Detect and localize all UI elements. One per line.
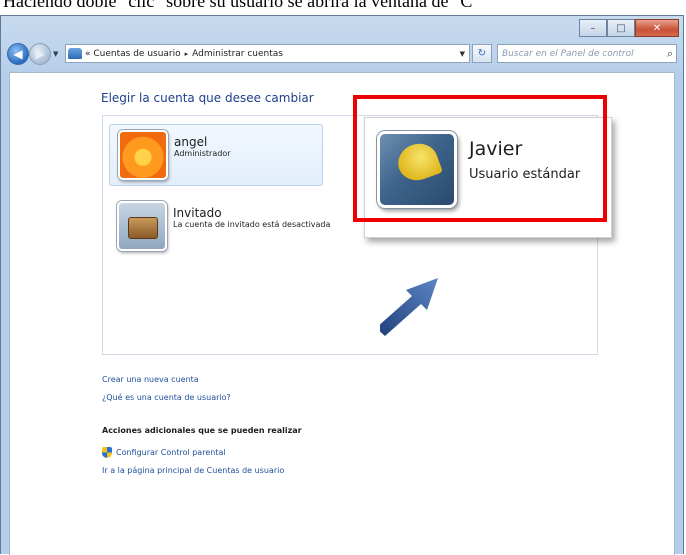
user-accounts-icon bbox=[68, 48, 82, 59]
parental-control-link[interactable]: Configurar Control parental bbox=[102, 447, 226, 458]
breadcrumb-item-cuentas[interactable]: Cuentas de usuario bbox=[93, 49, 180, 59]
additional-actions-heading: Acciones adicionales que se pueden reali… bbox=[102, 426, 302, 435]
caption-text: Haciendo doble "clic" sobre su usuario s… bbox=[3, 0, 473, 11]
close-button[interactable]: ✕ bbox=[635, 19, 679, 37]
account-tile-invitado[interactable]: Invitado La cuenta de invitado está desa… bbox=[109, 196, 330, 251]
search-input[interactable]: Buscar en el Panel de control ⌕ bbox=[497, 44, 677, 63]
parental-control-label[interactable]: Configurar Control parental bbox=[116, 448, 226, 457]
breadcrumb-item-administrar[interactable]: Administrar cuentas bbox=[192, 49, 283, 59]
search-icon[interactable]: ⌕ bbox=[667, 47, 673, 61]
recent-pages-dropdown[interactable]: ▼ bbox=[53, 50, 58, 58]
chevron-right-icon[interactable]: ▸ bbox=[185, 50, 189, 58]
flower-avatar-icon bbox=[118, 130, 168, 180]
minimize-button[interactable]: – bbox=[579, 19, 607, 37]
user-accounts-home-link[interactable]: Ir a la página principal de Cuentas de u… bbox=[102, 466, 284, 475]
refresh-button[interactable]: ↻ bbox=[472, 44, 492, 63]
account-role: La cuenta de invitado está desactivada bbox=[173, 220, 331, 229]
title-buttons: – □ ✕ bbox=[579, 19, 679, 37]
pointer-arrow-icon bbox=[380, 278, 438, 336]
page-title: Elegir la cuenta que desee cambiar bbox=[101, 91, 314, 105]
account-tile-angel[interactable]: angel Administrador bbox=[109, 124, 323, 186]
address-dropdown-icon[interactable]: ▼ bbox=[460, 50, 465, 58]
shield-icon bbox=[102, 447, 112, 458]
search-placeholder: Buscar en el Panel de control bbox=[502, 48, 634, 59]
account-role: Administrador bbox=[174, 149, 231, 158]
account-name: Invitado bbox=[173, 206, 222, 220]
back-button[interactable]: ◀ bbox=[7, 43, 29, 65]
what-is-account-link[interactable]: ¿Qué es una cuenta de usuario? bbox=[102, 393, 231, 402]
forward-button[interactable]: ▶ bbox=[29, 43, 51, 65]
maximize-button[interactable]: □ bbox=[607, 19, 635, 37]
briefcase-avatar-icon bbox=[117, 201, 167, 251]
address-bar[interactable]: « Cuentas de usuario ▸ Administrar cuent… bbox=[65, 44, 470, 63]
navigation-bar: ◀ ▶ ▼ « Cuentas de usuario ▸ Administrar… bbox=[7, 43, 677, 65]
breadcrumb-prefix[interactable]: « bbox=[85, 49, 91, 59]
highlight-frame bbox=[353, 95, 607, 222]
account-name: angel bbox=[174, 135, 208, 149]
create-account-link[interactable]: Crear una nueva cuenta bbox=[102, 375, 199, 384]
